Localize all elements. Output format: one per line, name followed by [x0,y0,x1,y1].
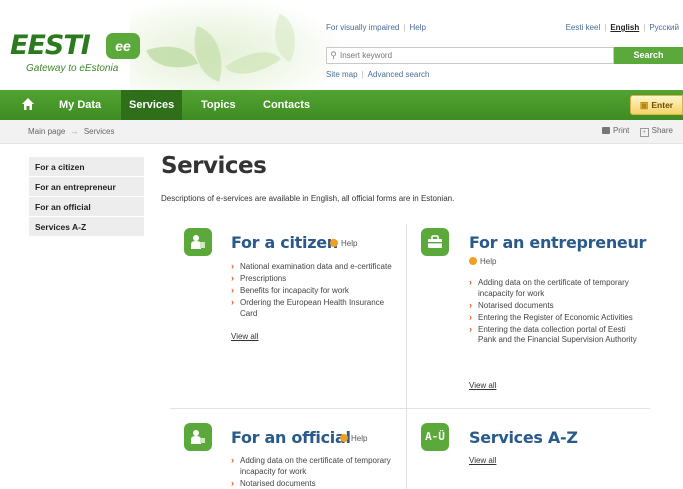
help-label: Help [351,434,368,443]
sidebar-item-official[interactable]: For an official [29,197,144,217]
print-icon [601,127,610,134]
citizen-service-list: National examination data and e-certific… [231,261,396,321]
divider: | [604,23,607,32]
logo-wordmark: EESTI [10,30,91,61]
enter-label: Enter [651,100,674,110]
divider: | [643,23,646,32]
service-link[interactable]: Benefits for incapacity for work [231,285,396,297]
official-help[interactable]: Help [340,434,367,443]
official-title[interactable]: For an official [231,428,351,447]
breadcrumb: Main page → Services [28,127,115,136]
breadcrumb-home[interactable]: Main page [28,127,65,136]
print-button[interactable]: Print [601,126,630,135]
site-map-link[interactable]: Site map [326,70,358,79]
nav-contacts[interactable]: Contacts [263,90,310,120]
column-divider [406,224,407,489]
lock-icon: ▣ [639,100,649,110]
help-label: Help [341,239,358,248]
sidebar: For a citizen For an entrepreneur For an… [29,157,144,237]
divider: | [403,23,406,32]
help-icon [340,434,348,442]
official-service-list: Adding data on the certificate of tempor… [231,455,401,489]
top-links: For visually impaired | Help [326,23,426,32]
citizen-view-all[interactable]: View all [231,332,258,341]
service-link[interactable]: Ordering the European Health Insurance C… [231,297,396,319]
service-link[interactable]: Adding data on the certificate of tempor… [469,277,639,299]
home-icon[interactable] [21,97,37,113]
a-z-title[interactable]: Services A-Z [469,428,578,447]
service-link[interactable]: Notarised documents [469,300,639,312]
header-decoration [130,0,340,90]
help-icon [469,257,477,265]
share-button[interactable]: + Share [639,126,673,137]
lang-english[interactable]: English [610,23,639,32]
service-link[interactable]: National examination data and e-certific… [231,261,396,273]
service-link[interactable]: Entering the data collection portal of E… [469,324,639,346]
official-icon[interactable] [184,423,212,451]
service-link[interactable]: Prescriptions [231,273,396,285]
help-link[interactable]: Help [409,23,425,32]
lang-russian[interactable]: Русский [649,23,679,32]
lang-estonian[interactable]: Eesti keel [566,23,601,32]
sidebar-item-citizen[interactable]: For a citizen [29,157,144,177]
sidebar-item-entrepreneur[interactable]: For an entrepreneur [29,177,144,197]
a-z-view-all[interactable]: View all [469,456,496,465]
entrepreneur-title[interactable]: For an entrepreneur [469,233,646,252]
search-box: ⚲ [326,47,614,64]
row-divider [170,408,650,409]
site-logo[interactable]: EESTI ee Gateway to eEstonia [10,30,140,78]
site-header: EESTI ee Gateway to eEstonia For visuall… [0,0,683,90]
search-button[interactable]: Search [614,47,683,64]
citizen-title[interactable]: For a citizen [231,233,338,252]
a-z-icon-text: A-Ü [425,430,445,443]
page-title: Services [161,153,267,179]
search-input[interactable] [340,51,608,60]
advanced-search-link[interactable]: Advanced search [368,70,430,79]
language-switcher: Eesti keel | English | Русский [566,23,679,32]
entrepreneur-help[interactable]: Help [469,257,496,266]
search-sub-links: Site map | Advanced search [326,70,429,79]
a-z-icon[interactable]: A-Ü [421,423,449,451]
help-label: Help [480,257,497,266]
breadcrumb-arrow-icon: → [70,127,79,136]
nav-topics[interactable]: Topics [201,90,236,120]
nav-services[interactable]: Services [121,90,183,120]
search-icon: ⚲ [330,50,337,60]
main-nav: My Data Services Topics Contacts ▣ Enter [0,90,683,120]
citizen-help[interactable]: Help [330,239,357,248]
enter-button[interactable]: ▣ Enter [630,95,683,115]
sidebar-item-services-a-z[interactable]: Services A-Z [29,217,144,237]
page-tools: Print + Share [594,126,673,137]
share-icon: + [639,128,649,137]
share-label: Share [651,126,673,135]
visually-impaired-link[interactable]: For visually impaired [326,23,399,32]
breadcrumb-bar: Main page → Services Print + Share [0,120,683,144]
entrepreneur-view-all[interactable]: View all [469,381,496,390]
logo-badge: ee [106,33,140,59]
service-link[interactable]: Adding data on the certificate of tempor… [231,455,401,477]
breadcrumb-current: Services [83,127,115,136]
print-label: Print [612,126,630,135]
logo-tagline: Gateway to eEstonia [26,63,119,74]
page-description: Descriptions of e-services are available… [161,194,455,203]
service-link[interactable]: Notarised documents [231,478,401,489]
divider: | [361,70,364,79]
entrepreneur-service-list: Adding data on the certificate of tempor… [469,277,639,347]
entrepreneur-icon[interactable] [421,228,449,256]
citizen-icon[interactable] [184,228,212,256]
service-link[interactable]: Entering the Register of Economic Activi… [469,312,639,324]
help-icon [330,239,338,247]
nav-my-data[interactable]: My Data [59,90,101,120]
